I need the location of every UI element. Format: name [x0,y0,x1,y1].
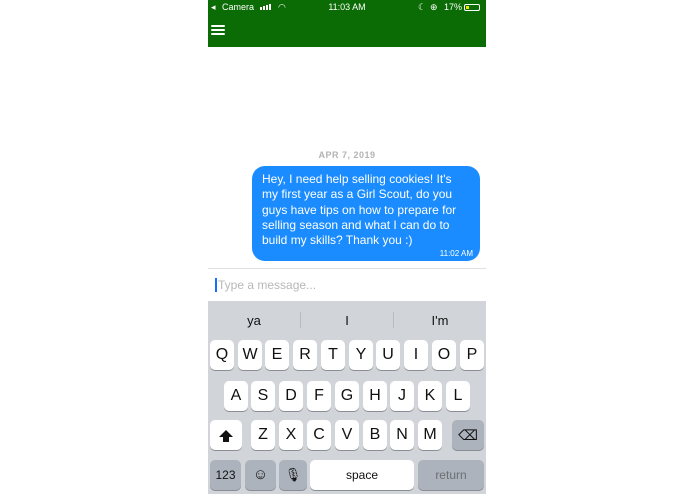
status-bar: ◂ Camera ◠ 11:03 AM ☾ ⊕ 17% [208,0,486,15]
key-x[interactable]: X [279,420,303,450]
key-z[interactable]: Z [251,420,275,450]
key-d[interactable]: D [279,381,303,411]
delete-key[interactable]: ⌫ [452,420,484,450]
return-key[interactable]: return [418,460,484,490]
phone-screen: ◂ Camera ◠ 11:03 AM ☾ ⊕ 17% APR 7, 2019 … [208,0,486,494]
composer-divider [208,268,486,269]
key-k[interactable]: K [418,381,442,411]
numbers-key[interactable]: 123 [210,460,241,490]
key-c[interactable]: C [307,420,331,450]
key-b[interactable]: B [363,420,387,450]
rotation-lock-icon: ⊕ [430,2,438,12]
dictation-key[interactable]: 🎙 [279,460,307,490]
suggestion-1[interactable]: ya [208,301,300,339]
key-r[interactable]: R [293,340,317,370]
key-g[interactable]: G [335,381,359,411]
keyboard: ya I I'm Q W E R T Y U I O P A S D F G H… [208,301,486,494]
key-u[interactable]: U [376,340,400,370]
backspace-icon: ⌫ [458,427,478,443]
key-t[interactable]: T [321,340,345,370]
message-date: APR 7, 2019 [318,150,376,160]
key-m[interactable]: M [418,420,442,450]
suggestion-3[interactable]: I'm [394,301,486,339]
suggestion-2[interactable]: I [301,301,393,339]
key-n[interactable]: N [390,420,414,450]
navigation-bar [208,15,486,47]
moon-icon: ☾ [418,2,427,12]
battery-icon [464,4,480,11]
key-w[interactable]: W [238,340,262,370]
shift-arrow-icon [219,430,233,442]
key-e[interactable]: E [265,340,289,370]
key-o[interactable]: O [432,340,456,370]
key-i[interactable]: I [404,340,428,370]
message-composer [212,276,486,294]
message-input[interactable] [212,276,486,294]
outgoing-message-bubble[interactable]: Hey, I need help selling cookies! It's m… [252,166,480,261]
key-q[interactable]: Q [210,340,234,370]
microphone-icon: 🎙 [284,467,302,482]
shift-key[interactable] [210,420,242,450]
key-h[interactable]: H [363,381,387,411]
key-f[interactable]: F [307,381,331,411]
message-time: 11:02 AM [439,249,473,258]
emoji-key[interactable]: ☺ [245,460,276,490]
key-p[interactable]: P [460,340,484,370]
key-l[interactable]: L [446,381,470,411]
key-j[interactable]: J [390,381,414,411]
key-v[interactable]: V [335,420,359,450]
key-y[interactable]: Y [349,340,373,370]
battery-percent: 17% [444,2,463,12]
key-a[interactable]: A [224,381,248,411]
emoji-icon: ☺ [252,466,269,483]
text-cursor [215,278,217,292]
suggestion-bar: ya I I'm [208,301,486,339]
message-text: Hey, I need help selling cookies! It's m… [262,172,457,248]
space-key[interactable]: space [310,460,414,490]
key-s[interactable]: S [251,381,275,411]
hamburger-menu-icon[interactable] [211,25,225,37]
